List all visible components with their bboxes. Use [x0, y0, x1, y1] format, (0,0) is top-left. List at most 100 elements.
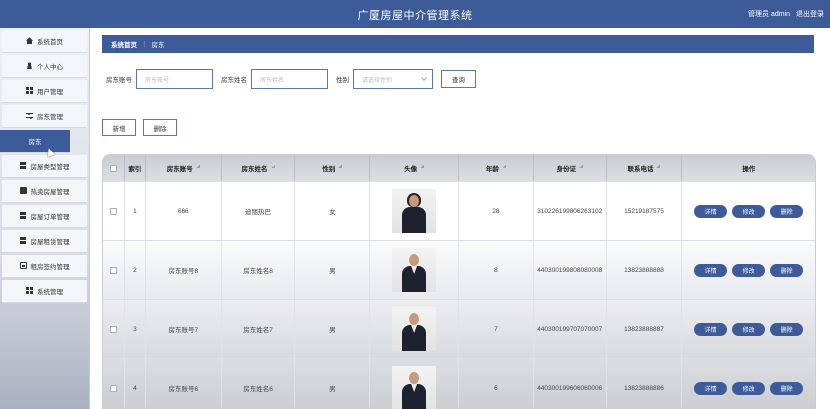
sidebar-item-label: 房东: [28, 138, 42, 146]
detail-button[interactable]: 详情: [694, 322, 728, 336]
chevron-down-icon: [421, 75, 427, 81]
cell-gender: 男: [295, 300, 371, 358]
sort-icon[interactable]: [501, 165, 506, 171]
avatar[interactable]: [392, 366, 437, 409]
edit-button[interactable]: 修改: [732, 381, 766, 395]
cell-gender: 男: [295, 241, 371, 299]
sidebar-item-label: 房屋类型管理: [30, 163, 70, 171]
column-header-label: 索引: [128, 166, 142, 173]
table-header: 索引 房东账号 房东姓名 性别 头像 年龄 身份证 联系电话 操作: [103, 155, 815, 181]
avatar[interactable]: [392, 307, 437, 351]
table-row[interactable]: 2 房东账号8 房东姓名8 男 8 440300199808080008 138…: [103, 240, 815, 299]
row-checkbox[interactable]: [109, 325, 117, 333]
sidebar-item-contracts[interactable]: 租房签约管理: [2, 254, 87, 278]
sort-icon[interactable]: [338, 165, 343, 171]
row-checkbox[interactable]: [109, 384, 117, 392]
sidebar-item-orders[interactable]: 房屋订单管理: [2, 204, 87, 228]
cell-phone: 13823888887: [607, 300, 683, 358]
cell-phone: 15219187575: [607, 182, 683, 240]
account-label: 房东账号: [106, 77, 132, 84]
sidebar-item-profile[interactable]: 个人中心: [2, 54, 87, 78]
row-delete-button[interactable]: 删除: [770, 381, 804, 395]
row-delete-button[interactable]: 删除: [770, 204, 804, 218]
cell-operations: 详情 修改 删除: [682, 241, 815, 299]
detail-button[interactable]: 详情: [694, 263, 728, 277]
cell-account: 房东账号8: [146, 241, 222, 299]
edit-button[interactable]: 修改: [732, 322, 766, 336]
row-checkbox-cell: [103, 241, 125, 299]
sort-icon[interactable]: [270, 165, 275, 171]
column-header: 索引: [125, 155, 146, 181]
table-row[interactable]: 4 房东账号6 房东姓名6 男 6 440300199606060006 138…: [103, 358, 815, 409]
sort-icon[interactable]: [195, 165, 200, 171]
cell-name: 房东姓名7: [222, 300, 296, 358]
table-row[interactable]: 1 666 迪丽热巴 女 28 310226199806263102 15219…: [103, 181, 815, 240]
column-header[interactable]: 房东姓名: [222, 155, 296, 181]
query-button[interactable]: 查询: [441, 70, 476, 88]
name-input[interactable]: 房东姓名: [251, 69, 328, 89]
user-label: 管理员 admin: [748, 11, 791, 18]
avatar-body: [402, 207, 427, 233]
delete-button[interactable]: 删除: [143, 119, 177, 136]
account-input[interactable]: 房东账号: [136, 69, 213, 89]
gender-label: 性别: [336, 77, 349, 84]
breadcrumb-separator: ⋮: [141, 41, 148, 48]
sort-icon[interactable]: [656, 165, 661, 171]
avatar-head: [409, 254, 420, 266]
column-header[interactable]: 身份证: [534, 155, 607, 181]
cell-avatar: [370, 182, 459, 240]
column-header-label: 年龄: [485, 166, 499, 173]
cell-name: 房东姓名6: [222, 359, 296, 409]
sidebar-item-users[interactable]: 用户管理: [2, 79, 87, 103]
row-delete-button[interactable]: 删除: [770, 322, 804, 336]
cell-account: 房东账号6: [146, 359, 222, 409]
cell-name: 房东姓名8: [222, 241, 296, 299]
select-all-cell: [103, 155, 125, 181]
cell-phone: 13823888886: [607, 359, 683, 409]
home-icon: [26, 37, 33, 45]
gender-select[interactable]: 请选择性别: [353, 69, 433, 89]
cell-account: 房东账号7: [146, 300, 222, 358]
edit-button[interactable]: 修改: [732, 263, 766, 277]
row-checkbox[interactable]: [109, 266, 117, 274]
sidebar-item-house-type[interactable]: 房屋类型管理: [2, 154, 87, 178]
sidebar-item-label: 用户管理: [37, 88, 63, 96]
column-header[interactable]: 房东账号: [146, 155, 222, 181]
column-header[interactable]: 头像: [370, 155, 459, 181]
detail-button[interactable]: 详情: [694, 204, 728, 218]
sidebar-item-landlord[interactable]: 房东: [0, 129, 70, 153]
row-checkbox[interactable]: [109, 207, 117, 215]
cell-operations: 详情 修改 删除: [682, 182, 815, 240]
sidebar-item-home[interactable]: 系统首页: [2, 29, 87, 53]
sidebar-item-rental[interactable]: 房屋租赁管理: [2, 229, 87, 253]
column-header-label: 房东姓名: [241, 166, 268, 173]
column-header[interactable]: 联系电话: [607, 155, 683, 181]
sort-icon[interactable]: [578, 165, 583, 171]
column-header-label: 操作: [742, 166, 756, 173]
sidebar-item-label: 租房签约管理: [30, 263, 70, 271]
cell-avatar: [370, 359, 459, 409]
sidebar-item-label: 系统管理: [37, 288, 63, 296]
sidebar-item-label: 房东管理: [37, 113, 63, 121]
sidebar-item-system[interactable]: 系统管理: [2, 279, 87, 303]
row-delete-button[interactable]: 删除: [770, 263, 804, 277]
sidebar-item-landlord-manage[interactable]: 房东管理: [2, 104, 87, 128]
avatar[interactable]: [392, 248, 437, 292]
column-header-label: 联系电话: [627, 166, 654, 173]
avatar[interactable]: [392, 189, 437, 233]
cell-index: 4: [125, 359, 146, 409]
table-row[interactable]: 3 房东账号7 房东姓名7 男 7 440300199707070007 138…: [103, 299, 815, 358]
row-checkbox-cell: [103, 182, 125, 240]
breadcrumb-current: 房东: [151, 42, 165, 49]
detail-button[interactable]: 详情: [694, 381, 728, 395]
logout-link[interactable]: 退出登录: [796, 11, 824, 18]
edit-button[interactable]: 修改: [732, 204, 766, 218]
add-button[interactable]: 新增: [102, 119, 136, 136]
grid-icon: [19, 162, 27, 170]
sort-icon[interactable]: [420, 165, 425, 171]
select-all-checkbox[interactable]: [109, 164, 117, 172]
breadcrumb-home[interactable]: 系统首页: [111, 39, 137, 49]
column-header[interactable]: 性别: [295, 155, 371, 181]
column-header[interactable]: 年龄: [459, 155, 534, 181]
sidebar-item-hot-house[interactable]: 热卖房屋管理: [2, 179, 87, 203]
